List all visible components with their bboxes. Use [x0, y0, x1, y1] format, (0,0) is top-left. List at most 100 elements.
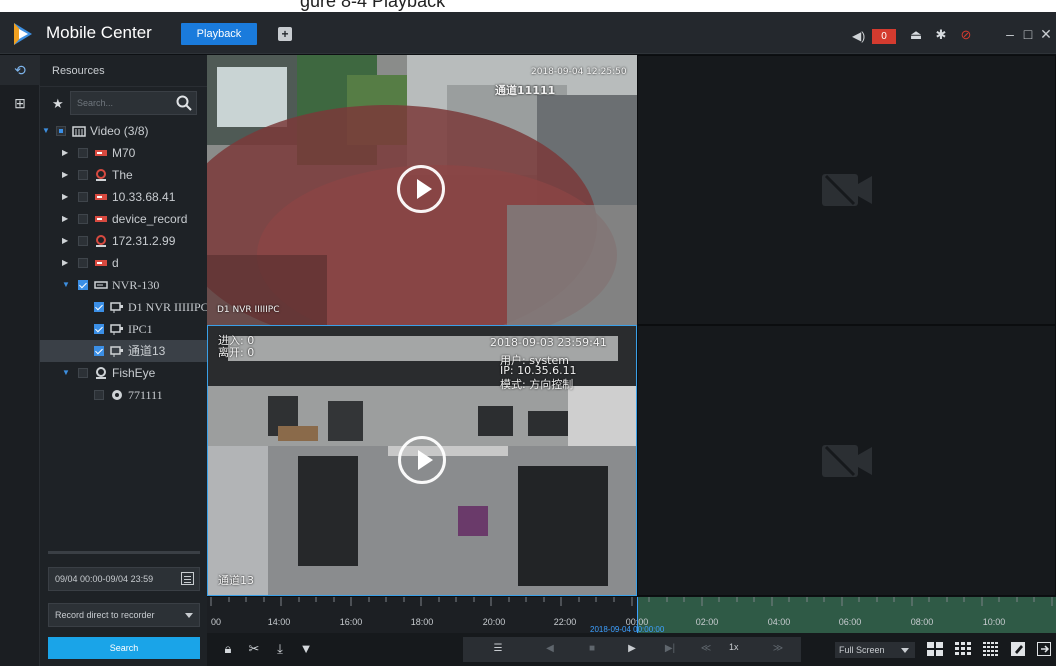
cut-icon[interactable]: ✂: [247, 642, 261, 656]
playback-speed[interactable]: 1x: [729, 642, 739, 652]
minimize-icon[interactable]: –: [1002, 26, 1018, 42]
video-window-2[interactable]: [637, 55, 1056, 325]
tree-item-771111[interactable]: 771111: [40, 384, 207, 406]
layout-16-icon[interactable]: [983, 642, 999, 656]
expand-right-icon[interactable]: ▶: [62, 230, 72, 252]
checkbox[interactable]: [78, 280, 88, 290]
tree-label: FishEye: [112, 366, 156, 380]
stop-icon[interactable]: ■: [585, 642, 599, 656]
close-icon[interactable]: ✕: [1038, 26, 1054, 42]
speaker-icon[interactable]: ◀): [852, 28, 872, 44]
playback-timeline[interactable]: 0014:0016:0018:0020:0022:0000:0002:0004:…: [207, 597, 1056, 634]
star-icon[interactable]: ★: [52, 97, 64, 110]
checkbox[interactable]: [78, 258, 88, 268]
tree-item-10-33-68-41[interactable]: ▶ 10.33.68.41: [40, 186, 207, 208]
tree-item-d1-nvr[interactable]: D1 NVR IIIIIPC: [40, 296, 207, 318]
exit-icon[interactable]: [1037, 642, 1053, 656]
calendar-icon[interactable]: [181, 572, 194, 585]
expand-right-icon[interactable]: ▶: [62, 164, 72, 186]
tree-root[interactable]: ▼ Video (3/8): [40, 120, 207, 142]
app-logo-icon: [14, 23, 32, 45]
maximize-icon[interactable]: □: [1020, 26, 1036, 42]
timeline-ticks: [210, 597, 1053, 606]
checkbox[interactable]: [94, 324, 104, 334]
panel-scrollbar[interactable]: [48, 551, 200, 554]
power-icon[interactable]: ⊘: [958, 27, 974, 43]
checkbox[interactable]: [78, 368, 88, 378]
layout-4-icon[interactable]: [927, 642, 943, 656]
recorder-icon: [95, 260, 107, 266]
tree-item-nvr-130[interactable]: ▼ NVR-130: [40, 274, 207, 296]
checkbox[interactable]: [78, 214, 88, 224]
lock-icon[interactable]: 🔒︎: [221, 642, 235, 656]
rewind-icon[interactable]: ◀: [543, 642, 557, 656]
document-caption: gure 8-4 Playback: [0, 0, 1056, 12]
tree-item-ipc1[interactable]: IPC1: [40, 318, 207, 340]
download-icon[interactable]: ⤓: [273, 642, 287, 656]
checkbox[interactable]: [94, 346, 104, 356]
bottom-toolbar: 🔒︎ ✂ ⤓ ▼ ☰ ◀ ■ ▶ ▶| ≪ 1x ≫ Full Screen: [207, 633, 1056, 666]
sync-play-icon[interactable]: ☰: [491, 642, 505, 656]
alarm-count-badge: 0: [872, 29, 896, 44]
checkbox[interactable]: [78, 170, 88, 180]
video-window-1[interactable]: 2018-09-04 12:25:50 通道11111 D1 NVR IIIII…: [207, 55, 637, 325]
video-window-4[interactable]: [637, 325, 1056, 596]
resource-panel: Resources ★ ▼ Video (3/8) ▶ M70 ▶ The: [40, 55, 207, 666]
no-video-icon: [822, 445, 872, 477]
play-icon[interactable]: [398, 436, 446, 484]
camera-device-icon: [96, 235, 106, 247]
title-bar: Mobile Center Playback + ◀) 0 ⏏ ✱ ⊘ – □ …: [0, 12, 1056, 54]
search-input[interactable]: [71, 92, 175, 114]
tree-item-channel13[interactable]: 通道13: [40, 340, 207, 362]
tab-playback[interactable]: Playback: [181, 23, 257, 45]
checkbox[interactable]: [94, 302, 104, 312]
tree-item-m70[interactable]: ▶ M70: [40, 142, 207, 164]
tree-label: The: [112, 168, 133, 182]
step-forward-icon[interactable]: ▶|: [663, 642, 677, 656]
user-icon[interactable]: ⏏: [908, 27, 924, 43]
gear-icon[interactable]: ✱: [933, 27, 949, 43]
time-range-field[interactable]: 09/04 00:00-09/04 23:59: [48, 567, 200, 591]
search-icon[interactable]: [175, 94, 193, 112]
panel-title: Resources: [40, 55, 207, 87]
chevron-down-icon: [185, 613, 193, 618]
nvr-icon: [94, 281, 108, 289]
tree-item-172-31-2-99[interactable]: ▶ 172.31.2.99: [40, 230, 207, 252]
expand-right-icon[interactable]: ▶: [62, 252, 72, 274]
video-window-3[interactable]: 进入: 0 离开: 0 2018-09-03 23:59:41 用户: syst…: [207, 325, 637, 596]
video-grid: 2018-09-04 12:25:50 通道11111 D1 NVR IIIII…: [207, 55, 1056, 596]
expand-down-icon[interactable]: ▼: [62, 362, 72, 384]
play-icon[interactable]: [397, 165, 445, 213]
checkbox[interactable]: [56, 126, 66, 136]
checkbox[interactable]: [94, 390, 104, 400]
grid-nav-icon[interactable]: ⊞: [0, 88, 40, 118]
recorder-icon: [95, 216, 107, 222]
checkbox[interactable]: [78, 236, 88, 246]
expand-right-icon[interactable]: ▶: [62, 186, 72, 208]
search-button[interactable]: Search: [48, 637, 200, 659]
slow-icon[interactable]: ≪: [699, 642, 713, 656]
recorder-icon: [95, 150, 107, 156]
playback-nav-icon[interactable]: ⟲: [0, 55, 40, 85]
expand-down-icon[interactable]: ▼: [42, 120, 52, 142]
play-icon[interactable]: ▶: [625, 642, 639, 656]
expand-right-icon[interactable]: ▶: [62, 142, 72, 164]
expand-down-icon[interactable]: ▼: [62, 274, 72, 296]
record-source-select[interactable]: Record direct to recorder: [48, 603, 200, 627]
filter-icon[interactable]: ▼: [299, 642, 313, 656]
tree-item-fisheye[interactable]: ▼ FishEye: [40, 362, 207, 384]
tree-item-the[interactable]: ▶ The: [40, 164, 207, 186]
tree-item-device-record[interactable]: ▶ device_record: [40, 208, 207, 230]
checkbox[interactable]: [78, 192, 88, 202]
checkbox[interactable]: [78, 148, 88, 158]
record-source-value: Record direct to recorder: [55, 610, 155, 620]
fullscreen-select[interactable]: Full Screen: [835, 642, 915, 658]
fast-icon[interactable]: ≫: [771, 642, 785, 656]
tree-item-d[interactable]: ▶ d: [40, 252, 207, 274]
expand-right-icon[interactable]: ▶: [62, 208, 72, 230]
layout-9-icon[interactable]: [955, 642, 971, 656]
alarm-indicator[interactable]: ◀) 0: [852, 28, 900, 44]
edit-layout-icon[interactable]: [1011, 642, 1027, 656]
no-video-icon: [822, 174, 872, 206]
add-tab-button[interactable]: +: [278, 27, 292, 41]
